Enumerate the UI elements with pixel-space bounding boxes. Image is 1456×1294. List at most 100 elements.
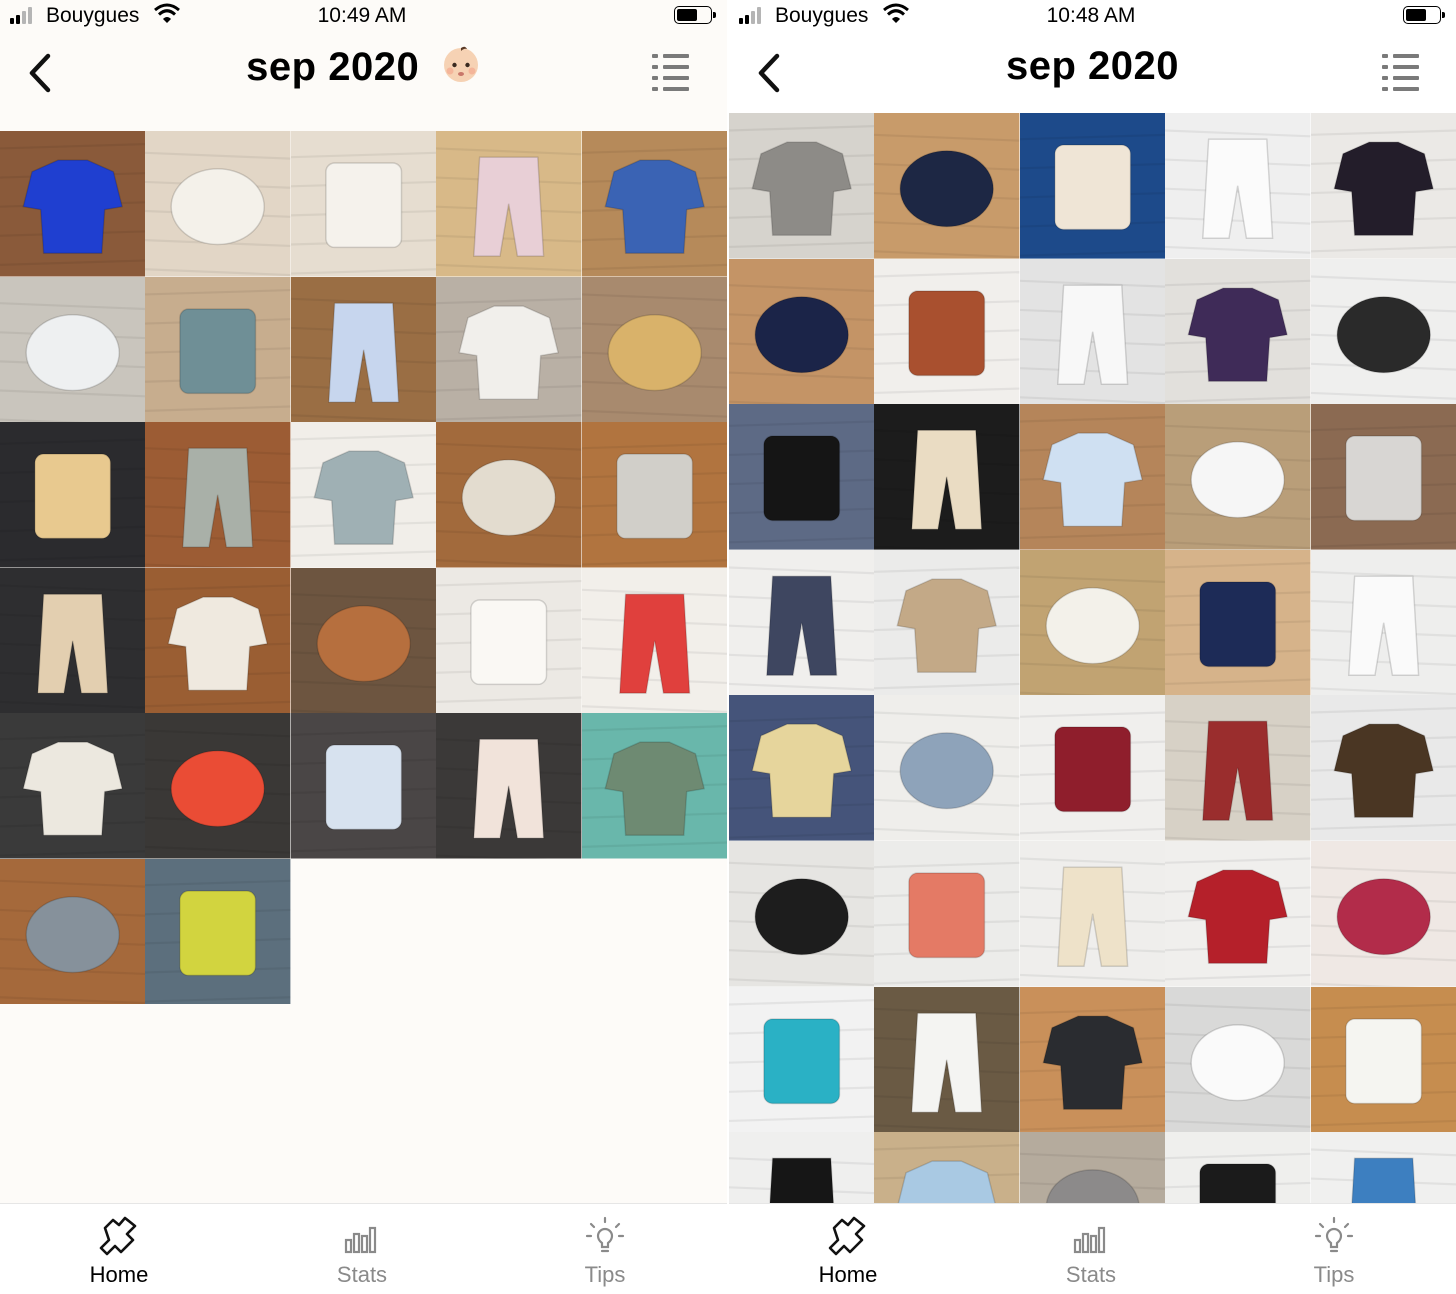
battery-icon <box>1403 6 1445 24</box>
item-thumbnail-yellow-moccasins[interactable] <box>145 858 291 1004</box>
item-thumbnail-black-tank[interactable] <box>729 1132 875 1207</box>
item-photo <box>581 276 727 422</box>
item-photo <box>1165 840 1311 987</box>
item-thumbnail-linen-shirt[interactable] <box>145 567 291 713</box>
item-thumbnail-tropical-socks[interactable] <box>729 695 875 841</box>
tab-tips-label: Tips <box>1313 1262 1355 1287</box>
item-thumbnail-blue-long-sleeve-shirt[interactable] <box>0 131 146 277</box>
item-thumbnail-lace-top[interactable] <box>1019 840 1166 987</box>
item-photo <box>1019 840 1166 987</box>
item-thumbnail-red-dress[interactable] <box>1165 840 1311 987</box>
item-photo <box>729 404 875 550</box>
item-thumbnail-silk-scarf[interactable] <box>1310 1132 1456 1207</box>
item-thumbnail-red-sunglasses[interactable] <box>145 713 291 859</box>
item-thumbnail-fork-and-spoon[interactable] <box>436 276 582 422</box>
item-thumbnail-white-tshirt[interactable] <box>1310 549 1456 696</box>
item-thumbnail-leather-jacket[interactable] <box>1165 1132 1311 1207</box>
tab-stats[interactable]: Stats <box>1011 1204 1171 1294</box>
item-thumbnail-black-briefs[interactable] <box>729 404 875 550</box>
item-thumbnail-polka-dot-bodysuit[interactable] <box>145 131 291 277</box>
item-thumbnail-floral-leggings[interactable] <box>1310 113 1456 259</box>
item-thumbnail-colorful-socks[interactable] <box>581 131 727 277</box>
item-thumbnail-green-stroller[interactable] <box>581 713 727 859</box>
list-view-icon[interactable] <box>1380 50 1422 92</box>
item-thumbnail-goose-keychain[interactable] <box>874 404 1020 550</box>
item-thumbnail-grey-sandals[interactable] <box>1019 1132 1166 1207</box>
item-thumbnail-white-long-sleeve[interactable] <box>436 567 582 713</box>
item-thumbnail-running-belt[interactable] <box>874 113 1020 259</box>
item-thumbnail-embroidered-pouch[interactable] <box>1310 986 1456 1133</box>
item-thumbnail-red-bucket-hat[interactable] <box>581 567 727 713</box>
item-thumbnail-white-sneakers[interactable] <box>874 986 1020 1133</box>
item-photo <box>1165 549 1311 696</box>
item-thumbnail-baby-carrier-box[interactable] <box>290 567 437 713</box>
item-thumbnail-white-watch[interactable] <box>1019 404 1166 550</box>
item-thumbnail-round-sunglasses[interactable] <box>1310 695 1456 841</box>
item-thumbnail-hair-brush[interactable] <box>729 986 875 1133</box>
item-thumbnail-smartphone[interactable] <box>1019 549 1166 696</box>
item-thumbnail-teddy-bear-comforter[interactable] <box>0 422 146 568</box>
item-thumbnail-swim-goggles[interactable] <box>1165 549 1311 696</box>
item-thumbnail-grey-trousers[interactable] <box>581 422 727 568</box>
item-thumbnail-floral-notebook[interactable] <box>1165 258 1311 405</box>
item-thumbnail-face-mask[interactable] <box>1310 840 1456 987</box>
item-thumbnail-white-blouse[interactable] <box>1165 113 1311 259</box>
item-photo <box>290 713 437 859</box>
item-thumbnail-floral-jacket[interactable] <box>290 422 437 568</box>
item-thumbnail-patterned-pouch[interactable] <box>1165 695 1311 841</box>
item-thumbnail-navy-socks[interactable] <box>729 258 875 405</box>
item-thumbnail-cable[interactable] <box>874 1132 1020 1207</box>
nav-bar: sep 2020 <box>0 36 727 112</box>
item-thumbnail-black-backpack[interactable] <box>1019 986 1166 1133</box>
item-thumbnail-striped-tank[interactable] <box>1310 258 1456 405</box>
item-thumbnail-baby-bottle[interactable] <box>0 276 146 422</box>
item-thumbnail-floral-romper[interactable] <box>0 713 146 859</box>
item-thumbnail-rust-jumpsuit[interactable] <box>874 258 1020 405</box>
item-photo <box>729 258 875 405</box>
item-thumbnail-denim-shorts[interactable] <box>874 695 1020 841</box>
item-thumbnail-blue-bodysuit[interactable] <box>290 713 437 859</box>
item-photo <box>1019 1132 1166 1207</box>
item-thumbnail-earphones[interactable] <box>1019 258 1166 405</box>
item-thumbnail-sheepskin-rug[interactable] <box>436 713 582 859</box>
item-thumbnail-slip-dress[interactable] <box>729 549 875 696</box>
item-thumbnail-knit-socks[interactable] <box>1019 113 1166 259</box>
item-thumbnail-leather-pouch[interactable] <box>729 840 875 987</box>
status-time: 10:49 AM <box>317 4 407 27</box>
list-view-icon[interactable] <box>650 50 692 92</box>
item-thumbnail-grey-romper[interactable] <box>145 422 291 568</box>
item-thumbnail-blue-bib[interactable] <box>290 276 437 422</box>
item-thumbnail-striped-bodysuit[interactable] <box>290 131 437 277</box>
item-photo <box>1019 404 1166 550</box>
tab-tips[interactable]: Tips <box>1254 1204 1414 1294</box>
item-photo <box>145 422 291 568</box>
item-thumbnail-plush-lion[interactable] <box>0 567 146 713</box>
item-photo <box>874 1132 1020 1207</box>
tab-tips[interactable]: Tips <box>525 1204 685 1294</box>
tab-home[interactable]: Home <box>768 1204 928 1294</box>
item-thumbnail-floral-pouch[interactable] <box>436 131 582 277</box>
tab-stats[interactable]: Stats <box>282 1204 442 1294</box>
item-thumbnail-hoop-earrings[interactable] <box>874 549 1020 696</box>
item-photo <box>0 276 146 422</box>
item-thumbnail-coral-shorts[interactable] <box>874 840 1020 987</box>
item-thumbnail-red-swimsuit[interactable] <box>1019 695 1166 841</box>
item-thumbnail-tweezers[interactable] <box>729 113 875 259</box>
item-thumbnail-laptop[interactable] <box>1310 404 1456 550</box>
item-photo <box>290 276 437 422</box>
item-photo <box>145 276 291 422</box>
item-photo <box>290 422 437 568</box>
item-photo <box>436 713 582 859</box>
item-thumbnail-ribbed-sleepsuit[interactable] <box>436 422 582 568</box>
item-photo <box>436 276 582 422</box>
item-photo <box>1165 1132 1311 1207</box>
item-thumbnail-earbuds-box[interactable] <box>1165 986 1311 1133</box>
battery-icon <box>674 6 716 24</box>
item-photo <box>729 1132 875 1207</box>
tab-home[interactable]: Home <box>39 1204 199 1294</box>
screen-baby-wardrobe: Bouygues 10:49 AM sep 2020 Home Stats Ti… <box>0 0 727 1294</box>
item-thumbnail-gold-sandals[interactable] <box>581 276 727 422</box>
item-thumbnail-magic-mouse[interactable] <box>1165 404 1311 550</box>
item-thumbnail-pacifier-clip-cord[interactable] <box>145 276 291 422</box>
item-thumbnail-grey-cardigan[interactable] <box>0 858 146 1004</box>
